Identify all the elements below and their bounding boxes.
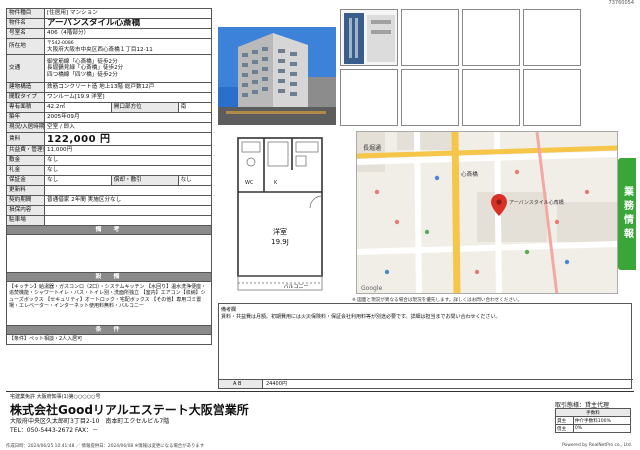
fee-row-value: 0%: [572, 424, 632, 433]
deposit-label: 敷金: [6, 155, 45, 166]
conditions-text: 【条件】ペット相談・2人入居可: [6, 334, 212, 345]
floor-plan-room-label: 洋室: [273, 227, 287, 236]
thumbnail-photo-1[interactable]: [340, 9, 398, 66]
traffic-cell: 御堂筋線「心斎橋」徒歩2分 長堀鶴見緑「心斎橋」徒歩2分 四つ橋線「四ツ橋」徒歩…: [44, 54, 212, 83]
address-zip: 〒542-0086: [47, 40, 74, 46]
address-label: 所在地: [6, 38, 45, 55]
location-map[interactable]: 長堀通 心斎橋 アーバンスタイル心斎橋 Google: [356, 131, 618, 294]
guarantee-value: なし: [44, 175, 112, 186]
conditions-header: 条 件: [6, 325, 212, 335]
fee-table: 手数料 貸主 仲介手数料100% 借主 0%: [555, 408, 632, 433]
deposit-value: なし: [44, 155, 212, 166]
name-label: 物件名: [6, 18, 45, 29]
keymoney-label: 礼金: [6, 165, 45, 176]
contract-value: 普通借家 2年間 実施区分なし: [44, 195, 212, 206]
rent-label: 賃料: [6, 132, 45, 146]
fee-label: 共益費・管理費: [6, 145, 45, 156]
fee-table-header: 手数料: [555, 408, 631, 417]
status-label: 現況/入居時期: [6, 122, 45, 133]
amort-value: なし: [177, 175, 213, 186]
remarks-text: 賃料・共益費は月額。初期費用には火災保険料・保証会社利用料等が別途必要です。詳細…: [221, 314, 501, 320]
business-info-tab[interactable]: 業務情報: [618, 158, 636, 270]
company-address: 大阪府中央区久太郎町3丁目2-10 南本町エクセルビル7階: [10, 418, 170, 425]
equipment-text: 【キッチン】給湯器・ガスコンロ（2口）・システムキッチン 【水回り】温水洗浄便座…: [6, 281, 212, 326]
remarks-label: 備考欄: [221, 307, 237, 313]
parking-label: 駐車場: [6, 215, 45, 226]
business-info-tab-label: 業務情報: [621, 186, 633, 242]
thumbnail-photo-5[interactable]: [340, 69, 398, 126]
type-label: 物件種目: [6, 8, 45, 19]
renewal-label: 更新料: [6, 185, 45, 196]
guarantee-label: 保証金: [6, 175, 45, 186]
room-value: 406（4階部分）: [44, 28, 212, 39]
thumbnail-photo-6[interactable]: [401, 69, 459, 126]
map-label-station: 心斎橋: [461, 170, 478, 178]
remarks-box: 備考欄 賃料・共益費は月額。初期費用には火災保険料・保証会社利用料等が別途必要で…: [218, 303, 633, 389]
traffic-label: 交通: [6, 54, 45, 83]
address-cell: 〒542-0086 大阪府大阪市中央区西心斎橋１丁目12-11: [44, 38, 212, 55]
rent-value: 122,000 円: [44, 132, 212, 146]
area-value: 42.2㎡: [44, 102, 112, 113]
built-value: 2005年09月: [44, 112, 212, 123]
floor-plan-balcony-label: バルコニー: [284, 284, 309, 290]
traffic-line-3: 四つ橋線「四ツ橋」徒歩2分: [47, 71, 118, 78]
building-photo[interactable]: [218, 27, 336, 125]
powered-by: Powered by RealNetPro co., Ltd.: [562, 443, 632, 448]
layout-value: ワンルーム[19.9 洋室]: [44, 92, 212, 103]
map-label-street: 長堀通: [363, 144, 381, 152]
document-id: 73760054: [608, 0, 634, 6]
direction-value: 南: [177, 102, 213, 113]
thumbnail-photo-7[interactable]: [462, 69, 520, 126]
name-value: アーバンスタイル心斎橋: [44, 18, 212, 29]
building-image: [218, 27, 336, 125]
parking-value: [44, 215, 212, 226]
remarks-area: [6, 234, 212, 273]
room-label: 号室名: [6, 28, 45, 39]
contract-label: 契約期間: [6, 195, 45, 206]
company-phone: TEL：050-5443-2672 FAX：－: [10, 427, 99, 434]
floor-plan[interactable]: WC K 洋室 19.9J バルコニー: [218, 130, 354, 296]
insurance-label: 損保内容: [6, 205, 45, 216]
equipment-header: 設 備: [6, 272, 212, 282]
fee-row-party: 貸主: [555, 416, 574, 425]
floor-plan-drawing: WC K 洋室 19.9J バルコニー: [218, 130, 354, 296]
insurance-value: [44, 205, 212, 216]
area-label: 専有面積: [6, 102, 45, 113]
fee-row-value: 仲介手数料100%: [572, 416, 632, 425]
layout-label: 間取タイプ: [6, 92, 45, 103]
type-value: [住居用] マンション: [44, 8, 212, 19]
fee-value: 11,000円: [44, 145, 212, 156]
svg-text:WC: WC: [245, 180, 254, 186]
thumbnail-photo-2[interactable]: [401, 9, 459, 66]
built-label: 築年: [6, 112, 45, 123]
thumbnail-photo-3[interactable]: [462, 9, 520, 66]
license-number: 宅建業免許 大阪府知事(1)第○○○○○号: [10, 394, 101, 400]
address-value: 大阪府大阪市中央区西心斎橋１丁目12-11: [47, 46, 153, 53]
map-label-property: アーバンスタイル心斎橋: [509, 199, 564, 206]
remarks-code-value: 24400円: [263, 379, 633, 388]
floor-plan-room-size: 19.9J: [271, 238, 289, 246]
property-spec-table: 物件種目 [住居用] マンション 物件名 アーバンスタイル心斎橋 号室名 406…: [6, 8, 213, 345]
fine-print: 作成日時：2024/06/25 10:41:48 ／ 情報提供日：2024/06…: [6, 444, 205, 449]
amort-label: 償却・敷引: [110, 175, 179, 186]
structure-value: 鉄筋コンクリート造 地上13階 総戸数12戸: [44, 82, 212, 93]
renewal-value: [44, 185, 212, 196]
map-label-google: Google: [361, 285, 382, 292]
map-canvas: 長堀通 心斎橋 アーバンスタイル心斎橋 Google: [357, 132, 617, 293]
thumbnail-photo-8[interactable]: [523, 69, 581, 126]
direction-label: 開口部方位: [110, 102, 179, 113]
thumbnail-image: [341, 10, 397, 65]
status-value: 空室 / 即入: [44, 122, 212, 133]
footer-divider: [6, 391, 634, 392]
thumbnail-photo-4[interactable]: [523, 9, 581, 66]
remarks-code-label: A B: [219, 379, 263, 388]
remarks-header: 備 考: [6, 225, 212, 235]
fee-row-party: 借主: [555, 424, 574, 433]
keymoney-value: なし: [44, 165, 212, 176]
structure-label: 建物構造: [6, 82, 45, 93]
